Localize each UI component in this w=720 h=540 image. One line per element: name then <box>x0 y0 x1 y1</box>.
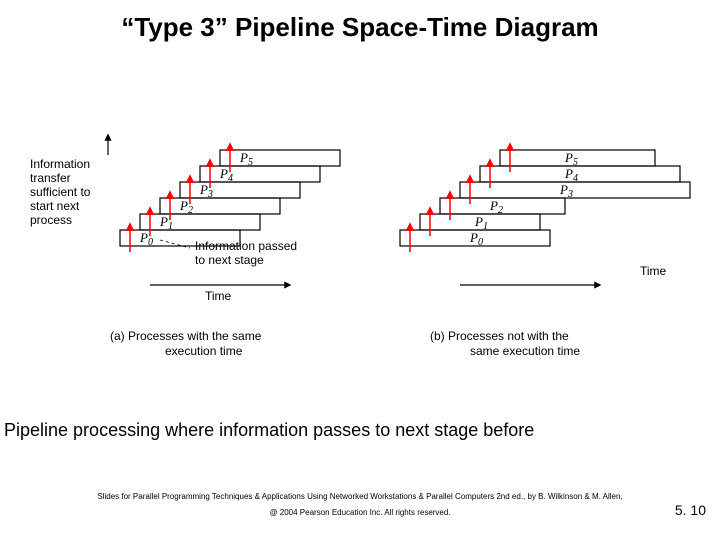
proc-sub: 5 <box>248 157 253 168</box>
svg-text:start next: start next <box>30 199 80 213</box>
svg-text:Time: Time <box>205 289 232 303</box>
proc-label: P <box>564 166 573 181</box>
page-number: 5. 10 <box>675 502 706 518</box>
proc-row-p1: P1 <box>420 208 540 236</box>
svg-text:P2: P2 <box>179 198 193 216</box>
proc-sub: 0 <box>478 237 483 248</box>
note-info-passed: Information passed to next stage <box>160 239 297 267</box>
proc-sub: 5 <box>573 157 578 168</box>
proc-sub: 1 <box>168 221 173 232</box>
diagram-a: P0 P1 P2 P3 <box>30 135 340 358</box>
proc-row-p5: P5 <box>500 144 655 172</box>
diagram-b: P0 P1 P2 P3 <box>400 144 690 358</box>
subtitle: Pipeline processing where information pa… <box>4 420 720 441</box>
svg-text:Information: Information <box>30 157 90 171</box>
proc-label: P <box>474 214 483 229</box>
proc-label: P <box>239 150 248 165</box>
svg-text:sufficient to: sufficient to <box>30 185 91 199</box>
svg-text:P3: P3 <box>559 182 573 200</box>
svg-text:transfer: transfer <box>30 171 71 185</box>
svg-text:P0: P0 <box>139 230 153 248</box>
svg-text:to next stage: to next stage <box>195 253 264 267</box>
pipeline-diagram: P0 P1 P2 P3 <box>0 80 720 380</box>
svg-text:execution time: execution time <box>165 344 243 358</box>
proc-sub: 2 <box>188 205 193 216</box>
proc-row-p2: P2 <box>440 192 565 220</box>
proc-row-p3: P3 <box>180 176 300 204</box>
proc-sub: 4 <box>573 173 578 184</box>
proc-label: P <box>469 230 478 245</box>
svg-text:P5: P5 <box>239 150 253 168</box>
proc-sub: 1 <box>483 221 488 232</box>
proc-label: P <box>159 214 168 229</box>
svg-text:same execution time: same execution time <box>470 344 580 358</box>
svg-text:P0: P0 <box>469 230 483 248</box>
proc-label: P <box>219 166 228 181</box>
proc-label: P <box>559 182 568 197</box>
proc-label: P <box>139 230 148 245</box>
svg-text:P4: P4 <box>219 166 233 184</box>
proc-row-p1: P1 <box>140 208 260 236</box>
proc-label: P <box>179 198 188 213</box>
caption-a: (a) Processes with the same execution ti… <box>110 329 262 358</box>
svg-text:(b) Processes not with the: (b) Processes not with the <box>430 329 569 343</box>
slide: “Type 3” Pipeline Space-Time Diagram <box>0 0 720 540</box>
caption-b: (b) Processes not with the same executio… <box>430 329 580 358</box>
proc-sub: 4 <box>228 173 233 184</box>
time-axis-a: Time <box>150 285 290 303</box>
svg-text:P3: P3 <box>199 182 213 200</box>
svg-text:process: process <box>30 213 72 227</box>
note-info-transfer: Information transfer sufficient to start… <box>30 157 91 227</box>
svg-text:Information passed: Information passed <box>195 239 297 253</box>
proc-label: P <box>564 150 573 165</box>
proc-sub: 3 <box>207 189 213 200</box>
proc-row-p5: P5 <box>220 144 340 172</box>
proc-row-p2: P2 <box>160 192 280 220</box>
proc-sub: 2 <box>498 205 503 216</box>
page-title: “Type 3” Pipeline Space-Time Diagram <box>0 12 720 43</box>
svg-text:P2: P2 <box>489 198 503 216</box>
svg-text:(a) Processes with the same: (a) Processes with the same <box>110 329 262 343</box>
proc-sub: 0 <box>148 237 153 248</box>
proc-label: P <box>199 182 208 197</box>
footer-line-1: Slides for Parallel Programming Techniqu… <box>0 492 720 501</box>
proc-label: P <box>489 198 498 213</box>
time-axis-b: Time <box>460 264 667 285</box>
proc-sub: 3 <box>567 189 573 200</box>
proc-row-p4: P4 <box>200 160 320 188</box>
footer-line-2: @ 2004 Pearson Education Inc. All rights… <box>0 508 720 517</box>
svg-text:Time: Time <box>640 264 667 278</box>
svg-text:P1: P1 <box>159 214 173 232</box>
